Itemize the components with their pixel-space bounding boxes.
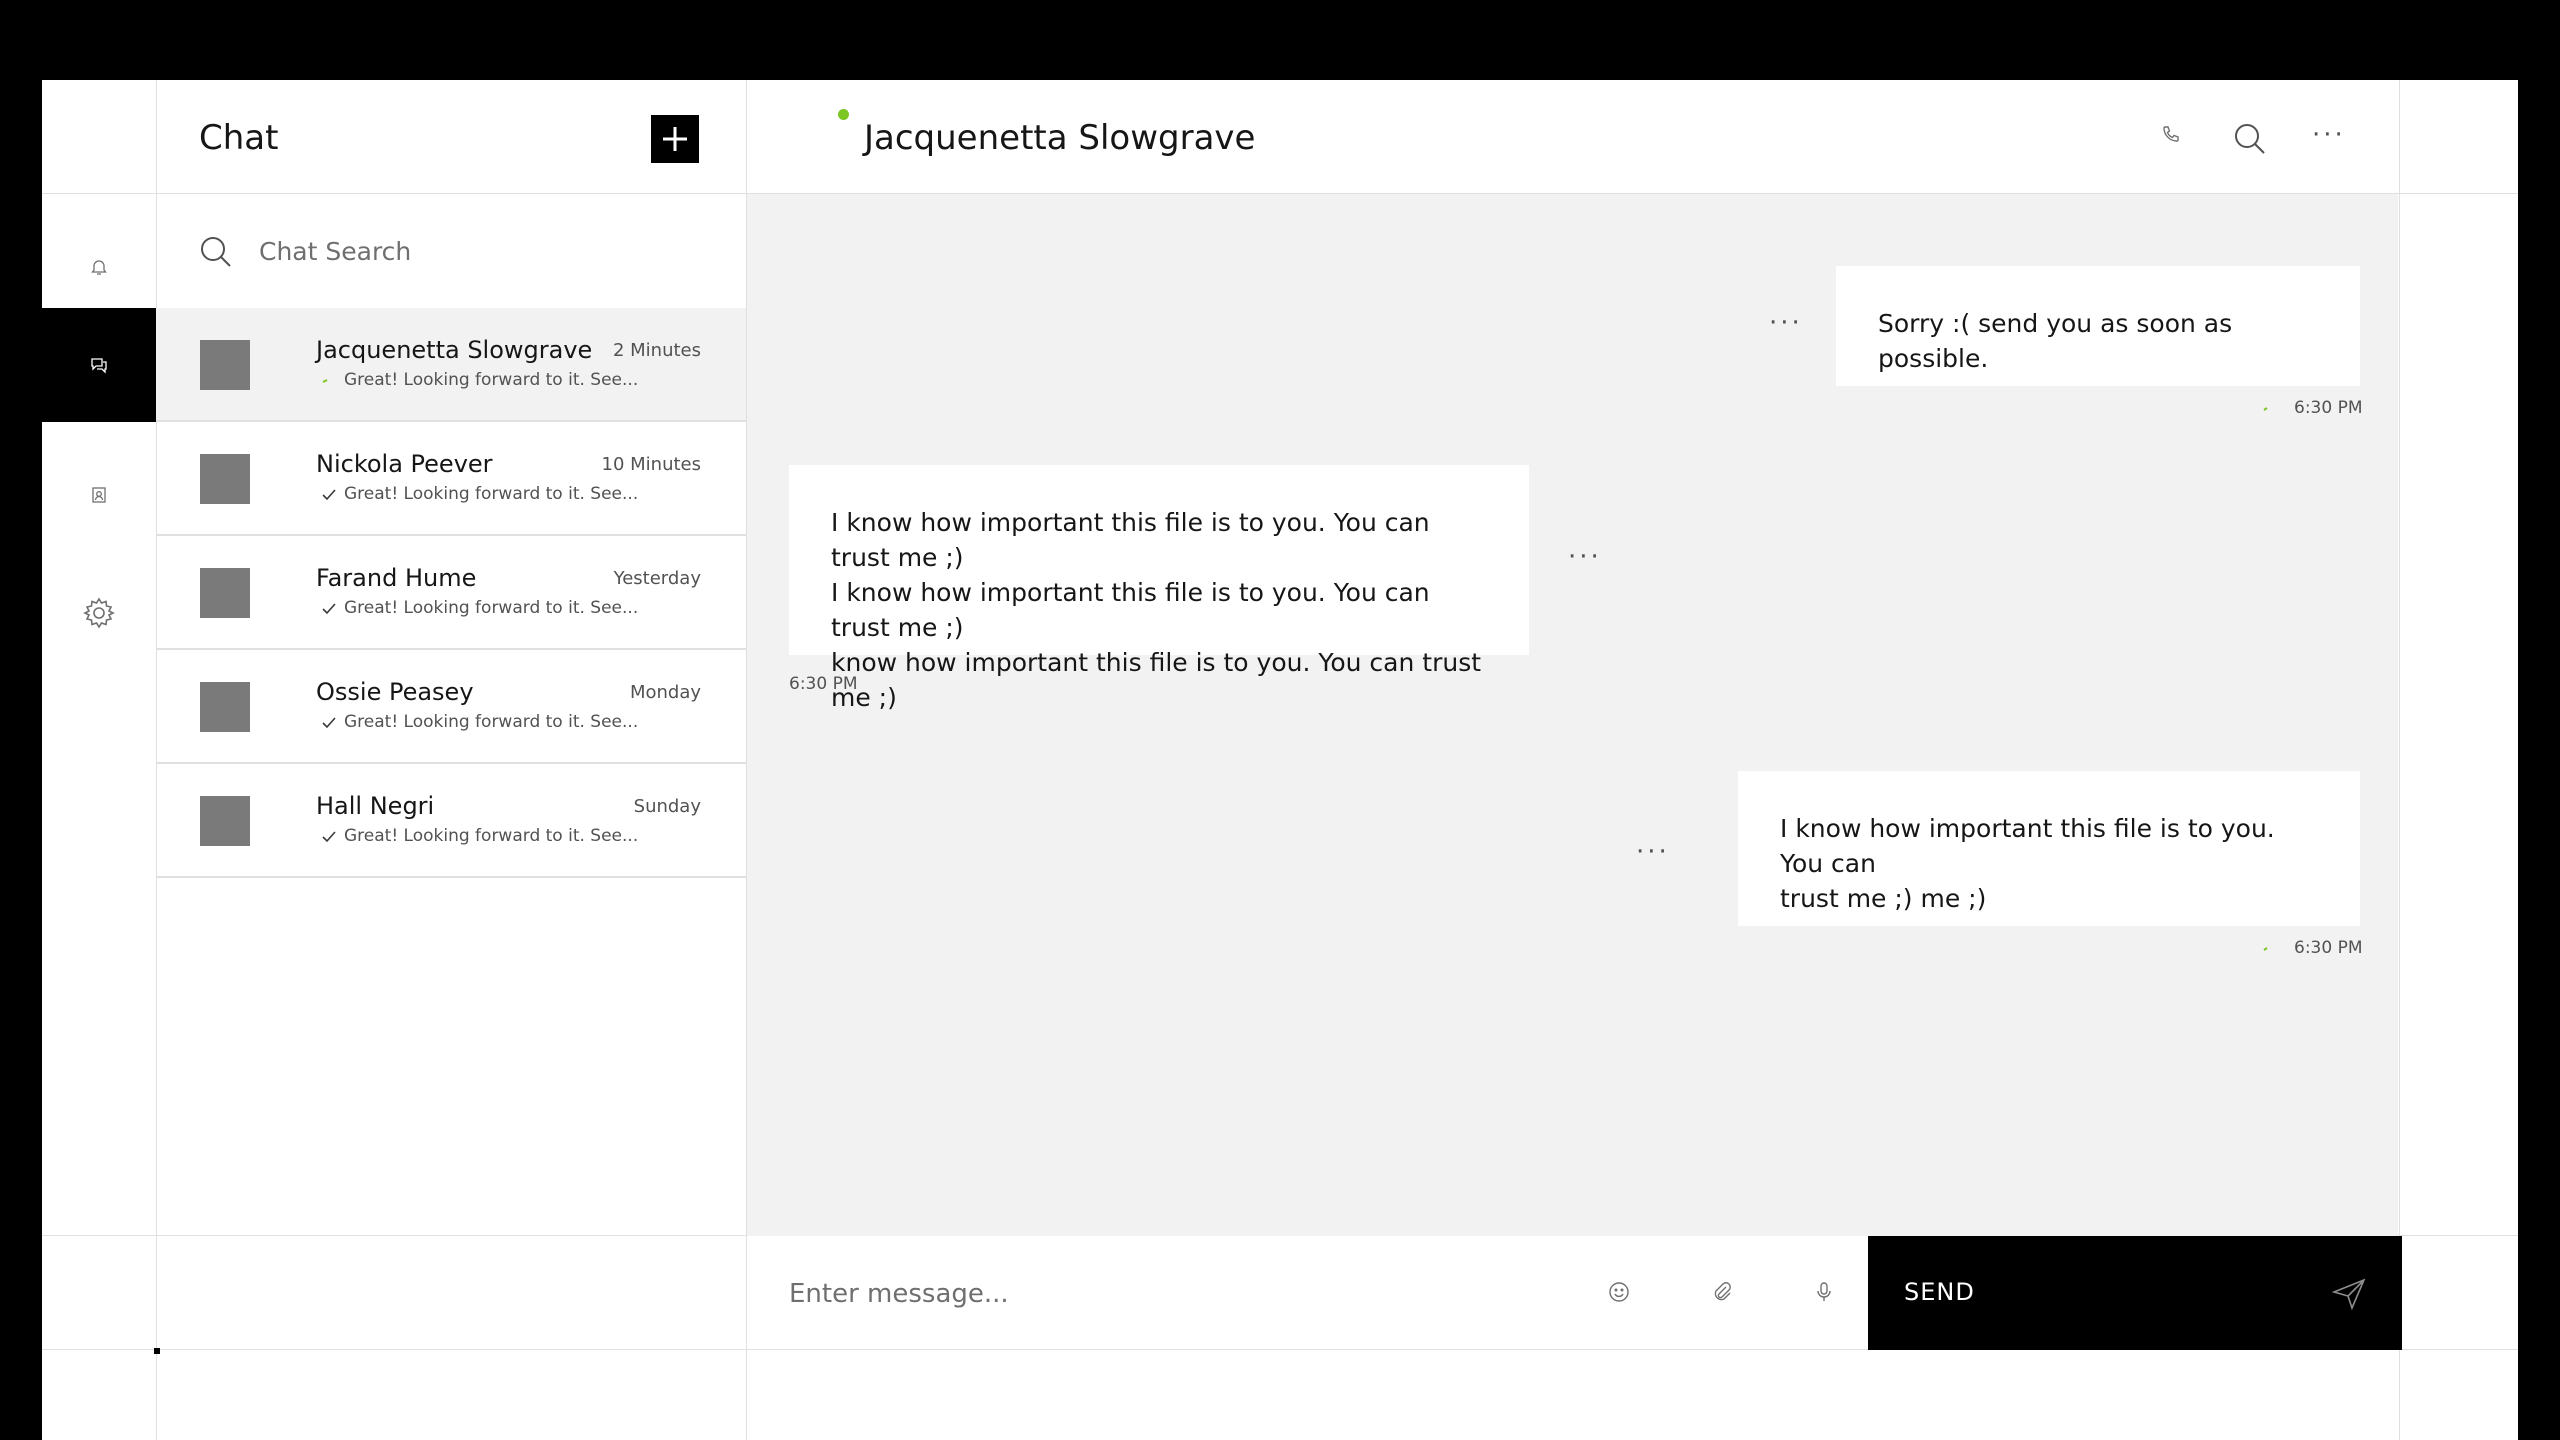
conversation-name: Hall Negri <box>316 792 435 820</box>
sidebar-item-contacts[interactable] <box>42 438 156 552</box>
conversation-name: Ossie Peasey <box>316 678 474 706</box>
avatar <box>200 568 250 618</box>
message-text-line: I know how important this file is to you… <box>831 508 1430 572</box>
message-text-line: Sorry :( send you as soon as possible. <box>1878 309 2233 373</box>
attachment-icon[interactable] <box>1711 1281 1733 1303</box>
search-icon <box>201 237 231 267</box>
read-check-icon <box>322 717 336 729</box>
conversation-item[interactable]: Ossie Peasey Monday Great! Looking forward… <box>156 650 746 764</box>
chat-icon <box>91 358 107 374</box>
sidebar-item-chat[interactable] <box>42 308 156 422</box>
conversation-preview: Great! Looking forward to it. See... <box>344 598 639 618</box>
avatar <box>200 682 250 732</box>
message-text-line: know how important this file is to you. … <box>831 648 1482 712</box>
new-chat-button[interactable] <box>651 115 699 163</box>
delivered-icon <box>2263 407 2268 411</box>
message-time: 6:30 PM <box>2294 938 2363 958</box>
message-composer <box>747 1236 1868 1350</box>
delivered-icon <box>2263 947 2268 951</box>
message-text-line: I know how important this file is to you… <box>1780 814 2275 878</box>
microphone-icon[interactable] <box>1813 1281 1835 1303</box>
message-bubble-sent: I know how important this file is to you… <box>1738 771 2360 926</box>
plus-icon <box>663 127 687 151</box>
message-options-button[interactable]: ··· <box>1636 837 1670 867</box>
conversation-preview: Great! Looking forward to it. See... <box>344 826 639 846</box>
contact-icon <box>92 487 106 503</box>
corner-marker <box>154 1348 160 1354</box>
conversation-preview: Great! Looking forward to it. See... <box>344 484 639 504</box>
read-check-icon <box>322 489 336 501</box>
conversation-time: Monday <box>629 682 701 703</box>
send-label: SEND <box>1904 1278 1975 1306</box>
message-options-button[interactable]: ··· <box>1769 308 1803 338</box>
phone-icon[interactable] <box>2161 124 2181 144</box>
conversation-preview: Great! Looking forward to it. See... <box>344 370 639 390</box>
conversation-name: Nickola Peever <box>316 450 493 478</box>
conversation-item[interactable]: Farand Hume Yesterday Great! Looking forwa… <box>156 536 746 650</box>
conversation-time: Yesterday <box>613 568 701 589</box>
message-input[interactable] <box>789 1274 1489 1314</box>
app-window: Chat Jacquenetta Slowgrave 2 Minutes Great… <box>42 80 2518 1440</box>
message-bubble-sent: Sorry :( send you as soon as possible. <box>1836 266 2360 386</box>
message-bubble-received: I know how important this file is to you… <box>789 465 1529 712</box>
more-options-button[interactable]: ··· <box>2312 120 2346 150</box>
chat-search-input[interactable] <box>259 232 699 270</box>
bell-icon <box>91 260 107 275</box>
message-options-button[interactable]: ··· <box>1568 542 1602 572</box>
avatar <box>200 340 250 390</box>
conversation-name: Jacquenetta Slowgrave <box>316 336 593 364</box>
chat-search <box>156 194 746 308</box>
gear-icon <box>83 597 115 629</box>
read-check-icon <box>322 603 336 615</box>
delivered-icon <box>322 379 328 383</box>
send-icon <box>2332 1278 2366 1310</box>
send-button[interactable]: SEND <box>1868 1236 2402 1350</box>
sidebar-item-settings[interactable] <box>42 556 156 670</box>
conversation-time: 10 Minutes <box>601 454 701 475</box>
conversation-name: Farand Hume <box>316 564 477 592</box>
emoji-icon[interactable] <box>1608 1281 1630 1303</box>
read-check-icon <box>322 831 336 843</box>
search-icon[interactable] <box>2234 123 2266 155</box>
avatar <box>200 454 250 504</box>
message-time: 6:30 PM <box>2294 398 2363 418</box>
conversation-time: Sunday <box>633 796 701 817</box>
message-time: 6:30 PM <box>789 674 858 694</box>
sidebar-item-notifications[interactable] <box>42 210 156 324</box>
conversation-time: 2 Minutes <box>612 340 701 361</box>
contact-name: Jacquenetta Slowgrave <box>864 118 1256 158</box>
conversation-preview: Great! Looking forward to it. See... <box>344 712 639 732</box>
message-text-line: trust me ;) me ;) <box>1780 884 1987 913</box>
conversation-item[interactable]: Jacquenetta Slowgrave 2 Minutes Great! Loo… <box>156 308 746 422</box>
avatar <box>200 796 250 846</box>
online-status-dot <box>838 109 849 120</box>
chat-list-title: Chat <box>199 118 279 158</box>
conversation-item[interactable]: Hall Negri Sunday Great! Looking forward t… <box>156 764 746 878</box>
message-text-line: I know how important this file is to you… <box>831 578 1430 642</box>
conversation-item[interactable]: Nickola Peever 10 Minutes Great! Looking f… <box>156 422 746 536</box>
